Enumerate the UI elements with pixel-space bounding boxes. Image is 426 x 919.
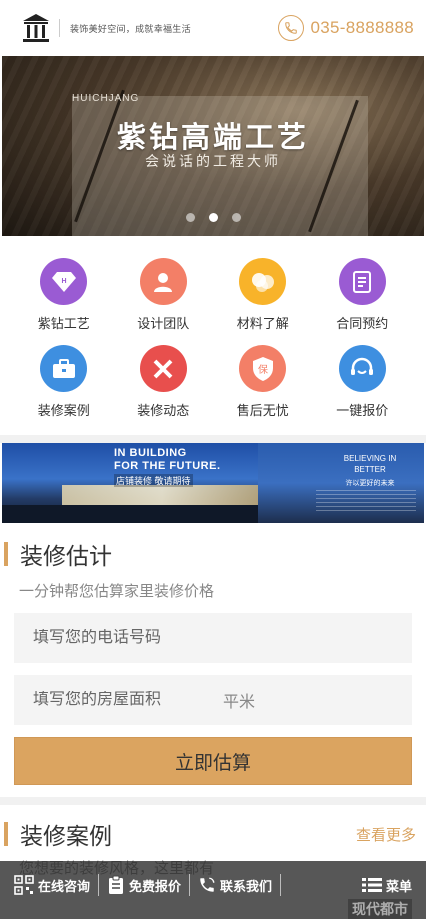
promo-headline-2: FOR THE FUTURE. (114, 460, 221, 472)
bottom-action-bar: 在线咨询 免费报价 联系我们 菜单 现代都市 (0, 861, 426, 919)
estimate-submit-button[interactable]: 立即估算 (14, 737, 412, 785)
document-icon (338, 258, 386, 305)
logo[interactable]: 装饰美好空间，成就幸福生活 (22, 13, 191, 43)
promo-right-caption: 许以更好的未来 (345, 480, 395, 487)
cases-header: 装修案例 查看更多 (0, 805, 426, 851)
menu-item-after-sales[interactable]: 保 售后无忧 (213, 345, 313, 419)
estimate-title: 装修估计 (20, 543, 112, 569)
headset-icon (338, 345, 386, 392)
feature-menu: H 紫钻工艺 设计团队 材料了解 合同预约 装修案例 装修动态 保 售后无忧 一… (0, 236, 426, 419)
carousel-dot[interactable] (231, 213, 241, 222)
menu-button[interactable]: 菜单 (354, 876, 420, 895)
menu-item-craft[interactable]: H 紫钻工艺 (14, 258, 114, 332)
free-quote-button[interactable]: 免费报价 (99, 875, 189, 895)
estimate-subtitle: 一分钟帮您估算家里装修价格 (19, 583, 215, 600)
menu-item-label: 材料了解 (236, 316, 289, 331)
online-consult-label: 在线咨询 (38, 878, 91, 894)
banner-title: 紫钻高端工艺 (116, 122, 309, 154)
svg-text:保: 保 (258, 363, 268, 376)
menu-grid-icon (361, 877, 382, 893)
menu-item-label: 紫钻工艺 (37, 316, 90, 331)
menu-item-label: 售后无忧 (236, 403, 289, 418)
menu-item-news[interactable]: 装修动态 (114, 345, 214, 419)
menu-item-contract[interactable]: 合同预约 (313, 258, 413, 332)
menu-item-design-team[interactable]: 设计团队 (114, 258, 214, 332)
section-accent-bar (4, 542, 8, 566)
slogan: 装饰美好空间，成就幸福生活 (70, 23, 191, 34)
free-quote-label: 免费报价 (129, 878, 182, 894)
phone-field (14, 613, 412, 663)
promo-headline-1: IN BUILDING (114, 447, 187, 459)
phone-icon (278, 15, 305, 41)
carousel-dot-active[interactable] (208, 213, 218, 222)
hero-banner[interactable]: HUICHJANG 紫钻高端工艺 会说话的工程大师 (2, 56, 424, 236)
clipboard-icon (107, 875, 125, 895)
section-separator (0, 797, 426, 805)
menu-item-label: 合同预约 (336, 316, 389, 331)
phone-input[interactable] (33, 629, 213, 647)
ruler-pencil-icon (139, 345, 187, 392)
promo-building-image (62, 485, 262, 505)
menu-item-label: 设计团队 (137, 316, 190, 331)
promo-caption: 店铺装修 敬请期待 (114, 474, 193, 487)
person-icon (139, 258, 187, 305)
menu-item-cases[interactable]: 装修案例 (14, 345, 114, 419)
section-accent-bar (4, 822, 8, 846)
shield-icon: 保 (239, 345, 287, 392)
estimate-header: 装修估计 (0, 523, 426, 571)
banner-brand: HUICHJANG (72, 93, 140, 104)
carousel-dot[interactable] (185, 213, 195, 222)
logo-divider (59, 19, 60, 37)
menu-label: 菜单 (385, 878, 412, 894)
menu-item-quote[interactable]: 一键报价 (313, 345, 413, 419)
menu-item-label: 一键报价 (336, 403, 389, 418)
phone-call-icon (198, 875, 216, 895)
area-unit: 平米 (223, 694, 256, 711)
promo-fine-print (316, 490, 416, 512)
banner-subtitle: 会说话的工程大师 (145, 153, 281, 169)
header: 装饰美好空间，成就幸福生活 035-8888888 (0, 0, 426, 56)
contact-button[interactable]: 联系我们 (190, 875, 280, 895)
svg-text:H: H (61, 278, 66, 285)
menu-item-materials[interactable]: 材料了解 (213, 258, 313, 332)
online-consult-button[interactable]: 在线咨询 (6, 875, 98, 895)
diamond-icon: H (40, 258, 88, 305)
view-more-link[interactable]: 查看更多 (356, 824, 416, 845)
menu-item-label: 装修动态 (137, 403, 190, 418)
circles-icon (239, 258, 287, 305)
section-separator (0, 435, 426, 443)
area-field: 平米 (14, 675, 412, 725)
qr-code-icon (14, 875, 34, 895)
phone-number: 035-8888888 (310, 18, 414, 37)
briefcase-icon (40, 345, 88, 392)
area-input[interactable] (33, 691, 213, 709)
contact-label: 联系我们 (220, 878, 273, 894)
menu-item-label: 装修案例 (37, 403, 90, 418)
watermark: 现代都市 (348, 899, 412, 919)
temple-logo-icon (23, 14, 49, 42)
tab-divider (280, 874, 282, 896)
phone-link[interactable]: 035-8888888 (278, 15, 414, 41)
carousel-dots (2, 213, 424, 222)
promo-right-headline: BELIEVING IN BETTER (343, 454, 397, 474)
promo-banner[interactable]: IN BUILDING FOR THE FUTURE. 店铺装修 敬请期待 BE… (2, 443, 424, 523)
cases-title: 装修案例 (20, 823, 112, 849)
